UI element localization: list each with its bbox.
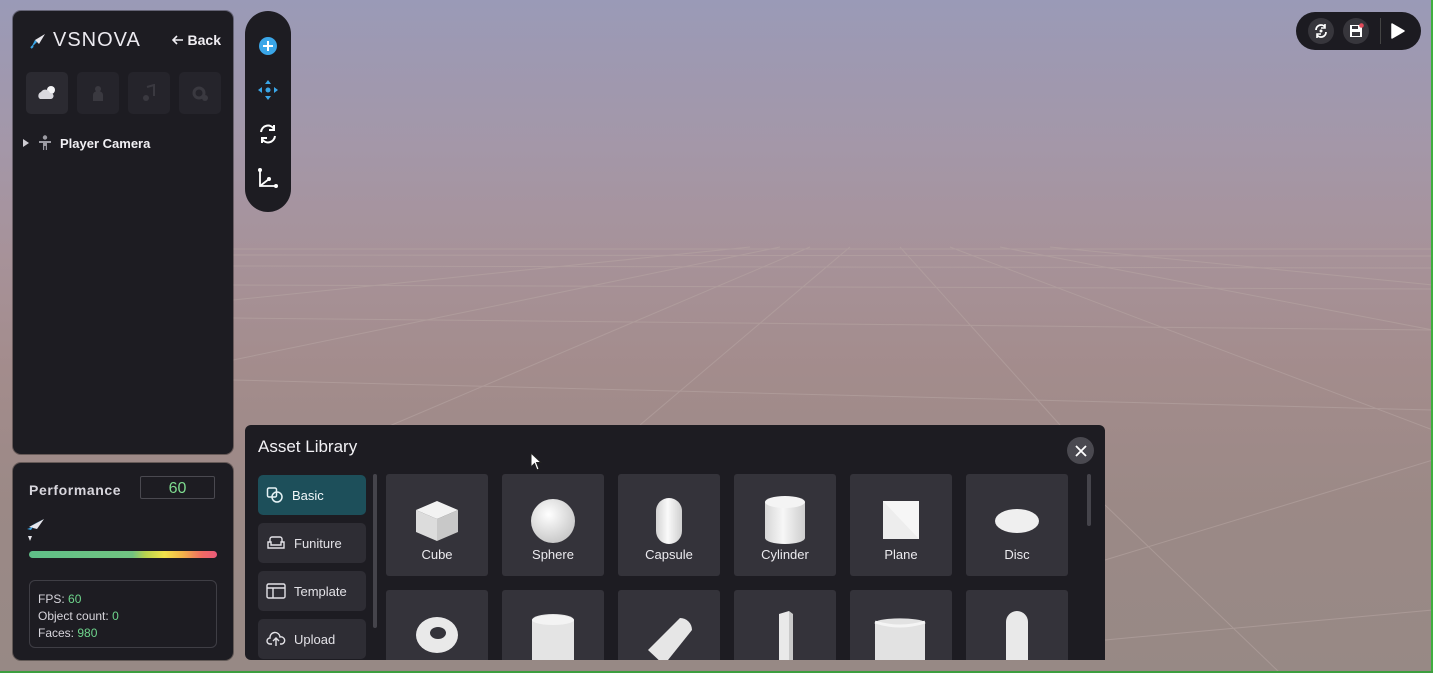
add-object-button[interactable] <box>253 31 283 61</box>
person-icon <box>93 86 103 101</box>
category-upload[interactable]: Upload <box>258 619 366 659</box>
mouse-cursor-icon <box>530 452 543 471</box>
person-icon <box>39 135 51 150</box>
asset-library-title: Asset Library <box>258 437 358 456</box>
fps-stat: FPS: 60 <box>38 592 82 606</box>
caret-right-icon[interactable] <box>22 139 30 147</box>
sphere-preview <box>531 499 575 543</box>
brand-name: VSNOVA <box>53 29 141 51</box>
wedge-preview <box>648 618 692 660</box>
asset-label: Sphere <box>532 547 574 562</box>
asset-label: Capsule <box>645 547 693 562</box>
rotate-tool-button[interactable] <box>253 119 283 149</box>
back-button[interactable]: Back <box>171 32 221 48</box>
asset-arch[interactable] <box>966 590 1068 660</box>
tree-item-player-camera[interactable]: Player Camera <box>22 135 150 151</box>
category-furniture[interactable]: Funiture <box>258 523 366 563</box>
rocket-indicator-icon <box>27 519 44 541</box>
asset-cylinder[interactable]: Cylinder <box>734 474 836 576</box>
category-label: Funiture <box>294 535 342 551</box>
disc-preview <box>995 509 1039 533</box>
plane-preview <box>883 501 919 539</box>
asset-scrollbar[interactable] <box>1087 474 1091 526</box>
category-label: Template <box>294 583 347 599</box>
move-tool-button[interactable] <box>253 75 283 105</box>
half-cylinder-preview <box>532 614 574 660</box>
asset-sphere[interactable]: Sphere <box>502 474 604 576</box>
performance-panel: Performance 60 FPS: 60 Object count: 0 F… <box>13 463 233 660</box>
faces-stat: Faces: 980 <box>38 626 98 640</box>
controls-divider <box>1380 18 1381 44</box>
tab-environment[interactable] <box>26 72 68 114</box>
cube-preview <box>416 501 458 541</box>
category-scrollbar[interactable] <box>373 474 377 628</box>
asset-label: Cylinder <box>761 547 809 562</box>
asset-label: Plane <box>884 547 918 562</box>
cloud-sun-icon <box>38 86 55 99</box>
asset-capsule[interactable]: Capsule <box>618 474 720 576</box>
cylinder-preview <box>765 496 805 544</box>
performance-gradient-bar <box>29 551 217 558</box>
category-basic[interactable]: Basic <box>258 475 366 515</box>
category-label: Upload <box>294 631 336 647</box>
asset-half-cylinder[interactable] <box>502 590 604 660</box>
music-note-icon <box>143 84 155 101</box>
asset-library-panel: Asset Library Basic Funiture Template Up… <box>245 425 1105 660</box>
back-label: Back <box>187 32 221 48</box>
performance-label: Performance <box>29 482 122 498</box>
add-icon <box>259 37 277 55</box>
rotate-icon <box>260 124 276 144</box>
rounded-box-preview <box>874 618 926 660</box>
arch-preview <box>1006 611 1028 660</box>
gear-icon <box>192 86 208 101</box>
torus-preview <box>416 617 458 653</box>
tab-settings[interactable] <box>179 72 221 114</box>
thin-box-preview <box>779 611 793 660</box>
play-icon <box>1391 23 1405 39</box>
axis-icon <box>258 168 278 188</box>
sync-icon <box>1315 24 1327 38</box>
object-count-stat: Object count: 0 <box>38 609 119 623</box>
asset-rounded-box[interactable] <box>850 590 952 660</box>
asset-label: Disc <box>1004 547 1030 562</box>
category-label: Basic <box>292 487 324 503</box>
asset-cube[interactable]: Cube <box>386 474 488 576</box>
play-button[interactable] <box>1384 18 1410 44</box>
performance-value: 60 <box>140 476 215 499</box>
stats-box: FPS: 60 Object count: 0 Faces: 980 <box>29 580 217 648</box>
rocket-icon <box>30 33 45 49</box>
sync-button[interactable] <box>1308 18 1334 44</box>
sofa-icon <box>267 536 285 549</box>
template-icon <box>266 583 286 599</box>
upload-icon <box>266 631 286 646</box>
tree-item-label: Player Camera <box>60 135 151 151</box>
close-icon <box>1074 444 1087 457</box>
tab-avatar[interactable] <box>77 72 119 114</box>
save-button[interactable] <box>1343 18 1369 44</box>
asset-label: Cube <box>421 547 453 562</box>
save-icon <box>1350 23 1364 37</box>
shapes-icon <box>266 487 283 503</box>
close-button[interactable] <box>1067 437 1094 464</box>
arrow-left-icon <box>171 35 183 45</box>
asset-wedge[interactable] <box>618 590 720 660</box>
asset-plane[interactable]: Plane <box>850 474 952 576</box>
transform-toolbar <box>245 11 291 212</box>
capsule-preview <box>656 498 682 544</box>
asset-thin-box[interactable] <box>734 590 836 660</box>
category-template[interactable]: Template <box>258 571 366 611</box>
hierarchy-panel: VSNOVA Back Player Camera <box>13 11 233 454</box>
hierarchy-tabs <box>26 72 221 114</box>
asset-torus[interactable] <box>386 590 488 660</box>
tab-audio[interactable] <box>128 72 170 114</box>
brand-logo: VSNOVA <box>29 29 141 52</box>
move-icon <box>258 80 278 100</box>
top-controls <box>1296 12 1421 50</box>
asset-disc[interactable]: Disc <box>966 474 1068 576</box>
axis-tool-button[interactable] <box>253 163 283 193</box>
